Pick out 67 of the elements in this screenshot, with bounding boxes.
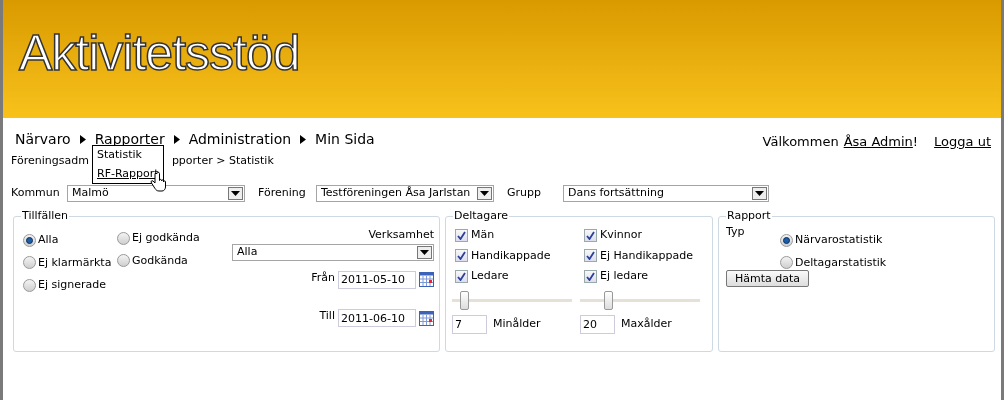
dropdown-field[interactable]: Testföreningen Åsa Jarlstan xyxy=(316,185,494,202)
fetch-data-button[interactable]: Hämta data xyxy=(726,270,810,287)
date-field[interactable]: 2011-06-10 xyxy=(338,309,416,328)
age-field[interactable]: 20 xyxy=(580,315,615,334)
age-label: Minålder xyxy=(493,316,541,333)
breadcrumb-text: pporter > Statistik xyxy=(171,152,274,169)
age-label: Maxålder xyxy=(621,316,672,333)
checkbox[interactable] xyxy=(584,269,597,283)
submenu-item[interactable]: Statistik xyxy=(97,147,159,164)
radio-button[interactable] xyxy=(23,278,36,292)
checkbox-label: Ledare xyxy=(471,268,509,284)
filter-label: Förening xyxy=(258,185,307,202)
radio-button[interactable] xyxy=(780,256,793,270)
panel-title: Rapport xyxy=(726,210,772,221)
checkbox-label: Ej ledare xyxy=(600,268,649,284)
menu-item[interactable]: Min Sida xyxy=(315,128,375,150)
radio-label: Närvarostatistik xyxy=(795,232,883,248)
slider-handle[interactable] xyxy=(603,291,613,310)
radio-label: Alla xyxy=(38,232,59,248)
checkbox[interactable] xyxy=(455,269,468,283)
slider-handle[interactable] xyxy=(460,291,469,310)
radio-label: Ej klarmärkta xyxy=(38,254,112,271)
checkbox[interactable] xyxy=(455,249,468,263)
verksamhet-label: Verksamhet xyxy=(368,227,434,243)
menu-item[interactable]: Administration xyxy=(188,128,292,150)
submenu-item[interactable]: RF-Rapport xyxy=(97,165,159,182)
filter-label: Grupp xyxy=(507,185,542,202)
menu-item[interactable]: Närvaro xyxy=(15,128,71,150)
triangle-icon xyxy=(173,134,180,144)
radio-button[interactable] xyxy=(117,231,130,245)
triangle-icon xyxy=(79,134,86,144)
dropdown-field[interactable]: Dans fortsättning xyxy=(563,185,769,202)
radio-button[interactable] xyxy=(117,254,130,268)
radio-button[interactable] xyxy=(23,256,36,270)
radio-label: Godkända xyxy=(132,252,188,269)
type-label: Typ xyxy=(726,224,745,240)
date-label: Till xyxy=(319,308,335,324)
exclamation-text: ! xyxy=(912,133,919,151)
verksamhet-dropdown[interactable]: Alla xyxy=(232,243,434,261)
triangle-icon xyxy=(300,134,307,144)
calendar-icon[interactable] xyxy=(419,310,434,326)
checkbox-label: Kvinnor xyxy=(600,227,642,243)
date-field[interactable]: 2011-05-10 xyxy=(338,270,416,289)
checkmark-icon xyxy=(586,230,595,240)
checkbox[interactable] xyxy=(584,249,597,263)
radio-button[interactable] xyxy=(780,233,793,247)
age-field[interactable]: 7 xyxy=(452,315,487,334)
panel-title: Deltagare xyxy=(453,210,510,221)
radio-label: Ej signerade xyxy=(38,277,107,293)
checkbox-label: Handikappade xyxy=(471,247,551,264)
radio-label: Deltagarstatistik xyxy=(795,254,887,271)
radio-label: Ej godkända xyxy=(132,230,200,246)
checkbox-label: Ej Handikappade xyxy=(600,247,693,264)
checkmark-icon xyxy=(457,230,466,240)
panel-title: Tillfällen xyxy=(21,210,69,221)
user-link[interactable]: Åsa Admin xyxy=(843,132,913,152)
breadcrumb-text: Föreningsadm xyxy=(11,152,89,169)
filter-label: Kommun xyxy=(11,185,61,202)
logout-link[interactable]: Logga ut xyxy=(934,132,991,152)
checkbox[interactable] xyxy=(455,228,468,242)
checkbox[interactable] xyxy=(584,228,597,242)
dropdown-field[interactable]: Malmö xyxy=(67,185,245,202)
radio-button[interactable] xyxy=(23,233,36,247)
date-label: Från xyxy=(311,269,335,286)
checkbox-label: Män xyxy=(471,227,495,243)
calendar-icon[interactable] xyxy=(419,272,434,288)
welcome-text: Välkommen xyxy=(762,133,839,151)
